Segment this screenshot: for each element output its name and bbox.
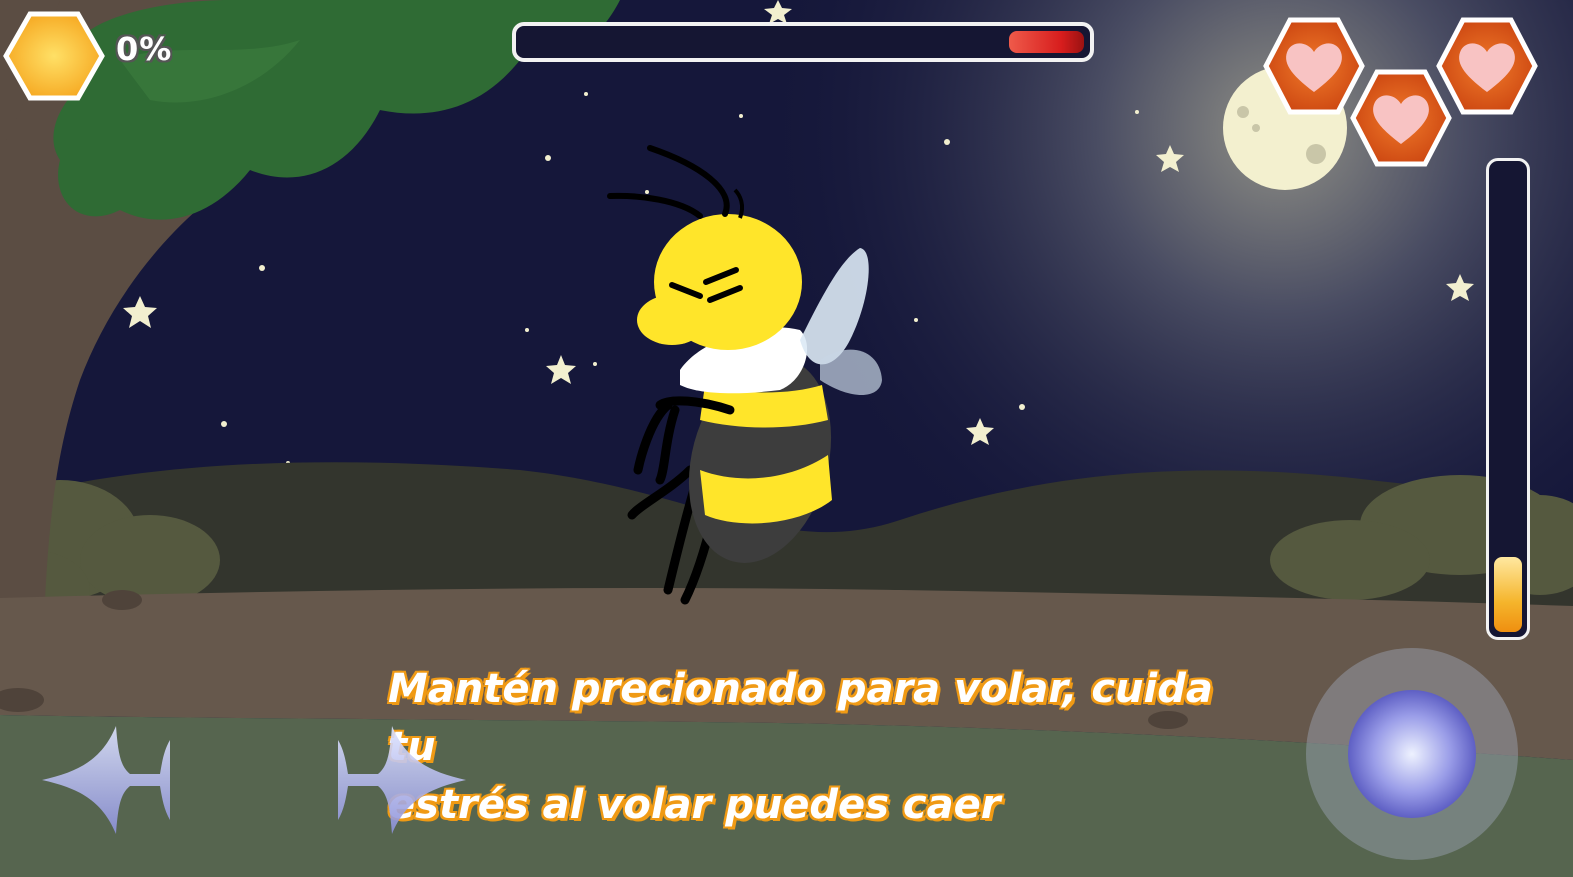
honey-percent-label: 0% [116, 30, 173, 68]
fly-joystick[interactable] [1302, 646, 1522, 866]
tutorial-line-2: estrés al volar puedes caer [387, 781, 1001, 829]
arrow-left-icon [42, 726, 170, 834]
arrow-right-icon [338, 726, 466, 834]
honeycomb-hexagon-icon [3, 11, 105, 101]
tutorial-line-1: Mantén precionado para volar, cuida tu [387, 665, 1214, 771]
move-left-button[interactable] [38, 722, 178, 838]
tutorial-message: Mantén precionado para volar, cuida tu e… [387, 660, 1268, 834]
life-heart-3 [1436, 17, 1538, 115]
flight-progress-bar [512, 22, 1094, 62]
move-right-button[interactable] [330, 722, 470, 838]
life-heart-2 [1350, 69, 1452, 167]
stress-meter-fill [1494, 557, 1522, 632]
flight-progress-fill [1009, 31, 1084, 53]
life-heart-1 [1263, 17, 1365, 115]
stress-meter [1486, 158, 1530, 640]
fly-joystick-icon[interactable] [1348, 690, 1476, 818]
rock [102, 590, 142, 610]
